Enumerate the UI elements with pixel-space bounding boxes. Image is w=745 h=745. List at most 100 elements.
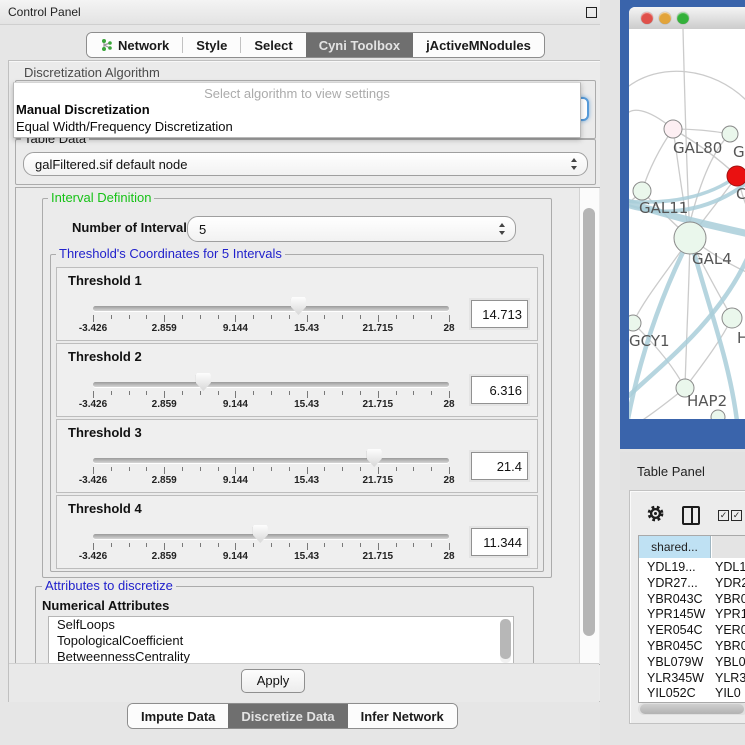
network-edge[interactable] xyxy=(629,71,745,101)
tick-mark xyxy=(200,391,201,395)
table-cell[interactable]: YPR145W xyxy=(647,607,705,623)
table-cell[interactable]: YBL079W xyxy=(647,655,703,671)
table-cell[interactable]: YBR0 xyxy=(715,639,745,655)
table-cell[interactable]: YLR3 xyxy=(715,671,745,687)
threshold-slider-track[interactable] xyxy=(93,306,449,311)
threshold-slider-thumb[interactable] xyxy=(291,297,306,315)
gear-icon[interactable] xyxy=(646,504,665,523)
network-node-label: G xyxy=(733,143,745,161)
tick-label: 21.715 xyxy=(363,323,394,334)
float-window-icon[interactable] xyxy=(586,7,597,18)
algorithm-option-equal-width[interactable]: Equal Width/Frequency Discretization xyxy=(16,119,233,134)
network-node[interactable] xyxy=(629,315,641,331)
table-hscrollbar[interactable] xyxy=(638,703,745,715)
table-cell[interactable]: YIL052C xyxy=(647,686,696,702)
table-cell[interactable]: YBR0 xyxy=(715,592,745,608)
table-cell[interactable]: YPR1 xyxy=(715,607,745,623)
tick-label: 2.859 xyxy=(152,551,177,562)
table-cell[interactable]: YER0 xyxy=(715,623,745,639)
apply-button[interactable]: Apply xyxy=(241,669,305,693)
table-cell[interactable]: YBR045C xyxy=(647,639,703,655)
column-header-shared-name[interactable]: shared... xyxy=(639,536,711,558)
tick-mark xyxy=(164,315,165,322)
network-node[interactable] xyxy=(727,166,745,186)
network-edge[interactable] xyxy=(685,238,690,388)
thresholds-group-label: Threshold's Coordinates for 5 Intervals xyxy=(56,247,285,261)
algorithm-popup-hint: Select algorithm to view settings xyxy=(14,86,580,101)
tab-cyni-toolbox[interactable]: Cyni Toolbox xyxy=(306,33,413,57)
column-header-name[interactable]: na xyxy=(712,536,745,558)
tab-jactivemnodules[interactable]: jActiveMNodules xyxy=(413,33,544,57)
threshold-value-field[interactable]: 21.4 xyxy=(471,452,528,480)
threshold-slider-track[interactable] xyxy=(93,458,449,463)
tab-network[interactable]: Network xyxy=(87,33,182,57)
panel-scrollbar[interactable] xyxy=(579,188,599,664)
threshold-label: Threshold 4 xyxy=(68,501,142,516)
network-node-label: H xyxy=(737,329,745,347)
table-cell[interactable]: YLR345W xyxy=(647,671,704,687)
tick-mark xyxy=(342,315,343,319)
table-cell[interactable]: YIL0 xyxy=(715,686,741,702)
algorithm-option-manual[interactable]: Manual Discretization xyxy=(16,102,150,117)
tab-discretize-data[interactable]: Discretize Data xyxy=(228,704,347,728)
threshold-slider-track[interactable] xyxy=(93,534,449,539)
network-node[interactable] xyxy=(711,410,725,419)
attribute-item[interactable]: SelfLoops xyxy=(49,617,513,633)
tick-mark xyxy=(360,391,361,395)
table-cell[interactable]: YDR2 xyxy=(715,576,745,592)
network-node[interactable] xyxy=(633,182,651,200)
table-cell[interactable]: YDL1 xyxy=(715,560,745,576)
network-node[interactable] xyxy=(722,308,742,328)
node-table[interactable]: shared...na YDL19... YDL1 YDR27... YDR2 YBR04… xyxy=(638,535,745,703)
threshold-slider-thumb[interactable] xyxy=(196,373,211,391)
table-cell[interactable]: YBR043C xyxy=(647,592,703,608)
tab-infer-network[interactable]: Infer Network xyxy=(348,704,457,728)
numerical-attributes-list[interactable]: SelfLoopsTopologicalCoefficientBetweenne… xyxy=(48,616,514,665)
minimize-traffic-light-icon[interactable] xyxy=(659,12,671,24)
close-traffic-light-icon[interactable] xyxy=(641,12,653,24)
network-canvas[interactable]: GAL80GGAL11CGAL4GCY1HHAP2 xyxy=(629,29,745,419)
tick-mark xyxy=(307,315,308,322)
tick-mark xyxy=(271,543,272,547)
tick-label: 21.715 xyxy=(363,399,394,410)
table-data-combobox[interactable]: galFiltered.sif default node xyxy=(23,152,588,176)
tab-select[interactable]: Select xyxy=(241,33,305,57)
threshold-label: Threshold 2 xyxy=(68,349,142,364)
threshold-slider-thumb[interactable] xyxy=(367,449,382,467)
tick-mark xyxy=(129,391,130,395)
tab-style[interactable]: Style xyxy=(183,33,240,57)
threshold-slider-thumb[interactable] xyxy=(253,525,268,543)
list-scrollbar[interactable] xyxy=(500,619,511,663)
number-of-intervals-combobox[interactable]: 5 xyxy=(187,216,516,242)
threshold-value-field[interactable]: 11.344 xyxy=(471,528,528,556)
network-node[interactable] xyxy=(664,120,682,138)
tick-mark xyxy=(413,467,414,471)
network-node[interactable] xyxy=(722,126,738,142)
checkbox-icon[interactable]: ✓ xyxy=(731,510,742,521)
threshold-value-field[interactable]: 14.713 xyxy=(471,300,528,328)
tab-impute-data[interactable]: Impute Data xyxy=(128,704,228,728)
threshold-value-field[interactable]: 6.316 xyxy=(471,376,528,404)
table-cell[interactable]: YDR27... xyxy=(647,576,698,592)
zoom-traffic-light-icon[interactable] xyxy=(677,12,689,24)
network-edge[interactable] xyxy=(642,129,673,191)
tick-mark xyxy=(253,467,254,471)
threshold-slider-track[interactable] xyxy=(93,382,449,387)
tick-mark xyxy=(396,543,397,547)
tick-mark xyxy=(129,315,130,319)
panel-scrollbar-thumb[interactable] xyxy=(583,208,595,636)
tab-label: Cyni Toolbox xyxy=(319,38,400,53)
tick-mark xyxy=(431,467,432,471)
tick-mark xyxy=(342,391,343,395)
tick-label: 21.715 xyxy=(363,551,394,562)
checkbox-icon[interactable]: ✓ xyxy=(718,510,729,521)
network-edge[interactable] xyxy=(629,388,685,419)
attribute-item[interactable]: TopologicalCoefficient xyxy=(49,633,513,649)
table-cell[interactable]: YER054C xyxy=(647,623,703,639)
tick-mark xyxy=(93,467,94,474)
table-cell[interactable]: YBL0 xyxy=(715,655,745,671)
table-cell[interactable]: YDL19... xyxy=(647,560,696,576)
tick-label: 15.43 xyxy=(294,399,319,410)
network-window-titlebar[interactable] xyxy=(629,7,745,30)
split-columns-icon[interactable] xyxy=(682,506,700,525)
